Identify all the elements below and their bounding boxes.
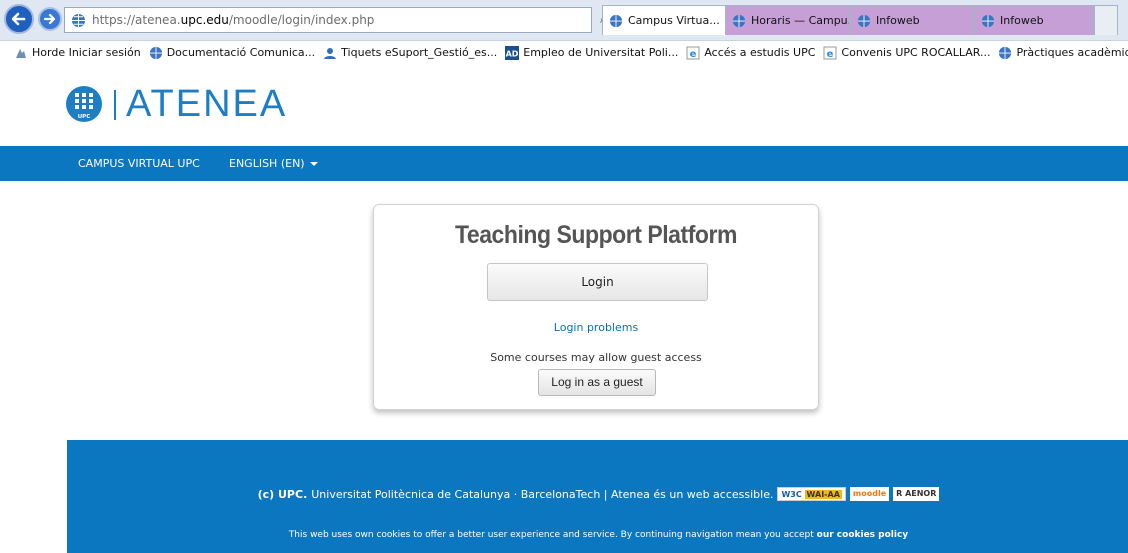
browser-chrome: https://atenea. upc.edu/moodle/login/inde… (0, 0, 1128, 64)
tab-label: Horaris — Campu... (751, 14, 850, 27)
tab-label: Infoweb (876, 14, 920, 27)
fav-label: Pràctiques acadèmiques e... (1016, 46, 1128, 59)
ad-icon: AD (505, 45, 520, 60)
globe-icon (609, 14, 623, 27)
footer: (c) UPC. Universitat Politècnica de Cata… (67, 440, 1128, 553)
w3c-label: W3C (781, 490, 802, 499)
top-navbar: CAMPUS VIRTUAL UPC ENGLISH (EN) (0, 146, 1128, 181)
nav-campus-virtual[interactable]: CAMPUS VIRTUAL UPC (78, 146, 200, 181)
globe-icon (732, 14, 746, 27)
login-button[interactable]: Login (487, 263, 708, 301)
globe-icon (981, 14, 995, 27)
login-problems-link[interactable]: Login problems (374, 321, 818, 334)
arrow-left-icon (11, 12, 26, 26)
guest-access-note: Some courses may allow guest access (490, 351, 702, 364)
login-card: Teaching Support Platform Login Login pr… (373, 204, 819, 410)
tab-infoweb-1[interactable]: Infoweb (850, 5, 974, 35)
cookie-notice: This web uses own cookies to offer a bet… (67, 530, 1128, 540)
aenor-badge[interactable]: R AENOR (893, 487, 940, 501)
cookie-text: This web uses own cookies to offer a bet… (288, 530, 814, 540)
fav-empleo[interactable]: AD Empleo de Universitat Poli... (505, 45, 679, 60)
copyright-bold: (c) UPC. (257, 487, 308, 501)
browser-nav-row: https://atenea. upc.edu/moodle/login/inde… (0, 0, 1128, 40)
fav-label: Empleo de Universitat Poli... (523, 46, 679, 59)
globe-icon (71, 13, 86, 27)
fav-label: Convenis UPC ROCALLAR... (841, 46, 991, 59)
horde-icon (16, 48, 26, 58)
forward-button[interactable] (38, 7, 62, 31)
svg-text:e: e (690, 49, 697, 60)
svg-text:e: e (827, 49, 834, 60)
tab-infoweb-2[interactable]: Infoweb (974, 5, 1094, 35)
url-path: /moodle/login/index.php (228, 13, 375, 27)
upc-logo-icon[interactable]: UPC (66, 86, 102, 122)
language-label: ENGLISH (EN) (229, 157, 305, 170)
fav-acces-estudis[interactable]: e Accés a estudis UPC (686, 46, 815, 60)
fav-label: Horde Iniciar sesión (32, 46, 141, 59)
fav-practiques[interactable]: Pràctiques acadèmiques e... (998, 46, 1128, 60)
svg-text:AD: AD (506, 49, 519, 58)
back-button[interactable] (4, 4, 34, 34)
logo-separator (114, 90, 116, 120)
atenea-logo-text[interactable]: ATENEA (126, 82, 287, 126)
fav-label: Accés a estudis UPC (704, 46, 816, 59)
site-header: UPC ATENEA (0, 64, 1128, 146)
url-prefix: https://atenea. (92, 13, 181, 27)
ie-icon: e (823, 46, 837, 60)
favorites-bar: Horde Iniciar sesión Documentació Comuni… (0, 40, 1128, 64)
new-tab-button[interactable] (1094, 5, 1118, 35)
globe-icon (857, 14, 871, 27)
fav-label: Tiquets eSuport_Gestió_es... (341, 46, 498, 59)
svg-text:UPC: UPC (78, 114, 91, 120)
address-bar[interactable]: https://atenea. upc.edu/moodle/login/inde… (64, 7, 592, 33)
tab-horaris[interactable]: Horaris — Campu... (725, 5, 850, 35)
user-icon (324, 47, 337, 59)
fav-convenis[interactable]: e Convenis UPC ROCALLAR... (823, 46, 990, 60)
footer-copyright: (c) UPC. Universitat Politècnica de Cata… (67, 487, 1128, 501)
tab-label: Infoweb (1000, 14, 1044, 27)
tab-label: Campus Virtua... (628, 14, 720, 27)
globe-icon (149, 46, 162, 59)
fav-tiquets[interactable]: Tiquets eSuport_Gestió_es... (323, 46, 497, 60)
guest-login-button[interactable]: Log in as a guest (538, 369, 656, 396)
chevron-down-icon (309, 162, 318, 166)
fav-documentacio[interactable]: Documentació Comunica... (149, 46, 315, 60)
arrow-right-icon (43, 13, 56, 25)
moodle-badge[interactable]: moodle (849, 487, 890, 501)
tab-campus-virtual[interactable]: Campus Virtua... × (602, 5, 727, 35)
wai-label: WAI-AA (804, 490, 842, 499)
copyright-text: Universitat Politècnica de Catalunya · B… (311, 487, 774, 501)
page-title: Teaching Support Platform (455, 221, 737, 249)
language-menu[interactable]: ENGLISH (EN) (229, 146, 318, 181)
fav-horde[interactable]: Horde Iniciar sesión (14, 46, 141, 60)
globe-icon (999, 46, 1012, 59)
fav-label: Documentació Comunica... (166, 46, 316, 59)
ie-icon: e (686, 46, 700, 60)
w3c-wai-badge[interactable]: W3C WAI-AA (777, 487, 846, 501)
cookie-policy-link[interactable]: our cookies policy (817, 530, 909, 540)
url-domain: upc.edu (180, 13, 229, 27)
